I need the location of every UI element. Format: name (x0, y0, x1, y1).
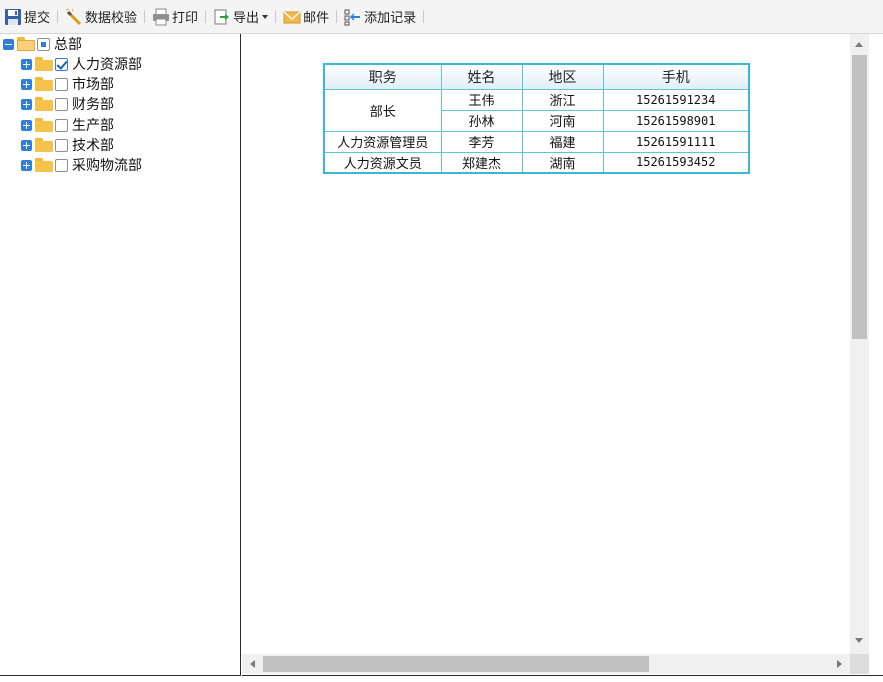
cell-name[interactable]: 郑建杰 (440, 151, 523, 174)
cell-name[interactable]: 李芳 (440, 130, 523, 153)
submit-button[interactable]: 提交 (1, 6, 53, 28)
tree-node-label: 人力资源部 (72, 57, 142, 73)
toolbar: 提交 数据校验 打印 导出 邮件 添加记录 (0, 0, 883, 34)
toolbar-divider (205, 10, 207, 23)
table-row: 部长 王伟 浙江 15261591234 (323, 88, 750, 132)
expand-icon[interactable] (21, 139, 32, 151)
mail-icon (283, 8, 301, 26)
tree-node-label: 总部 (54, 37, 82, 53)
cell-region[interactable]: 河南 (521, 109, 604, 132)
vertical-scrollbar[interactable] (850, 34, 869, 654)
folder-icon (35, 57, 53, 71)
tree-node-procurement[interactable]: 采购物流部 (21, 155, 142, 175)
horizontal-scrollbar[interactable] (242, 654, 850, 674)
print-label: 打印 (172, 11, 199, 26)
toolbar-divider (336, 10, 338, 23)
toolbar-divider (423, 10, 425, 23)
cell-region[interactable]: 福建 (521, 130, 604, 153)
cell-phone[interactable]: 15261598901 (602, 109, 750, 132)
tree-node-hr[interactable]: 人力资源部 (21, 54, 142, 74)
tree-node-label: 技术部 (72, 138, 114, 154)
column-header-phone: 手机 (602, 63, 750, 90)
tree-checkbox-tech[interactable] (55, 138, 68, 152)
cell-name[interactable]: 王伟 (440, 88, 523, 111)
wand-icon (65, 8, 83, 26)
cell-position[interactable]: 人力资源管理员 (323, 130, 442, 153)
cell-phone[interactable]: 15261591234 (602, 88, 750, 111)
export-icon (213, 8, 231, 26)
scroll-left-icon[interactable] (250, 660, 255, 668)
cell-position[interactable]: 部长 (323, 88, 442, 132)
folder-open-icon (17, 37, 35, 51)
expand-icon[interactable] (21, 58, 32, 70)
table-header-row: 职务 姓名 地区 手机 (323, 63, 750, 90)
scroll-right-icon[interactable] (837, 660, 842, 668)
tree-checkbox-hr[interactable] (55, 57, 68, 71)
employee-table: 职务 姓名 地区 手机 部长 王伟 浙江 15261591234 孙林 河南 1… (323, 63, 750, 174)
tree-checkbox-procurement[interactable] (55, 158, 68, 172)
mail-label: 邮件 (303, 11, 330, 26)
toolbar-divider (57, 10, 59, 23)
folder-icon (35, 118, 53, 132)
add-record-icon (344, 8, 362, 26)
column-header-region: 地区 (521, 63, 604, 90)
cell-region[interactable]: 湖南 (521, 151, 604, 174)
tree-checkbox-production[interactable] (55, 118, 68, 132)
chevron-down-icon[interactable] (262, 14, 269, 19)
printer-icon (152, 8, 170, 26)
print-button[interactable]: 打印 (149, 6, 201, 28)
tree-node-label: 市场部 (72, 77, 114, 93)
tree-checkbox-root[interactable] (37, 37, 50, 51)
expand-icon[interactable] (21, 159, 32, 171)
cell-phone[interactable]: 15261591111 (602, 130, 750, 153)
cell-name[interactable]: 孙林 (440, 109, 523, 132)
tree-node-label: 生产部 (72, 118, 114, 134)
collapse-icon[interactable] (3, 38, 14, 50)
export-label: 导出 (233, 11, 260, 26)
scrollbar-corner (850, 654, 869, 674)
tree-node-production[interactable]: 生产部 (21, 115, 114, 135)
tree-node-label: 财务部 (72, 97, 114, 113)
add-record-label: 添加记录 (364, 11, 417, 26)
submit-label: 提交 (24, 11, 51, 26)
department-tree: 总部 人力资源部 市场部 财务部 生产部 技术部 采购物流部 (0, 34, 241, 676)
validate-data-button[interactable]: 数据校验 (62, 6, 140, 28)
horizontal-scroll-thumb[interactable] (263, 656, 649, 672)
expand-icon[interactable] (21, 98, 32, 110)
tree-node-label: 采购物流部 (72, 158, 142, 174)
export-button[interactable]: 导出 (210, 6, 271, 28)
tree-node-marketing[interactable]: 市场部 (21, 74, 114, 94)
validate-data-label: 数据校验 (85, 11, 138, 26)
add-record-button[interactable]: 添加记录 (341, 6, 419, 28)
table-row: 人力资源管理员 李芳 福建 15261591111 (323, 130, 750, 153)
tree-checkbox-marketing[interactable] (55, 77, 68, 91)
mail-button[interactable]: 邮件 (280, 6, 332, 28)
tree-node-finance[interactable]: 财务部 (21, 94, 114, 114)
vertical-scroll-thumb[interactable] (852, 55, 867, 339)
tree-node-root[interactable]: 总部 (3, 34, 82, 54)
folder-icon (35, 77, 53, 91)
scroll-down-icon[interactable] (855, 638, 863, 643)
cell-region[interactable]: 浙江 (521, 88, 604, 111)
cell-position[interactable]: 人力资源文员 (323, 151, 442, 174)
folder-icon (35, 97, 53, 111)
toolbar-divider (144, 10, 146, 23)
scroll-up-icon[interactable] (855, 42, 863, 47)
folder-icon (35, 158, 53, 172)
expand-icon[interactable] (21, 78, 32, 90)
column-header-name: 姓名 (440, 63, 523, 90)
save-icon (4, 8, 22, 26)
expand-icon[interactable] (21, 119, 32, 131)
tree-node-tech[interactable]: 技术部 (21, 135, 114, 155)
report-view: 职务 姓名 地区 手机 部长 王伟 浙江 15261591234 孙林 河南 1… (242, 34, 883, 676)
column-header-position: 职务 (323, 63, 442, 90)
folder-icon (35, 138, 53, 152)
toolbar-divider (275, 10, 277, 23)
cell-phone[interactable]: 15261593452 (602, 151, 750, 174)
table-row: 人力资源文员 郑建杰 湖南 15261593452 (323, 151, 750, 174)
tree-checkbox-finance[interactable] (55, 97, 68, 111)
